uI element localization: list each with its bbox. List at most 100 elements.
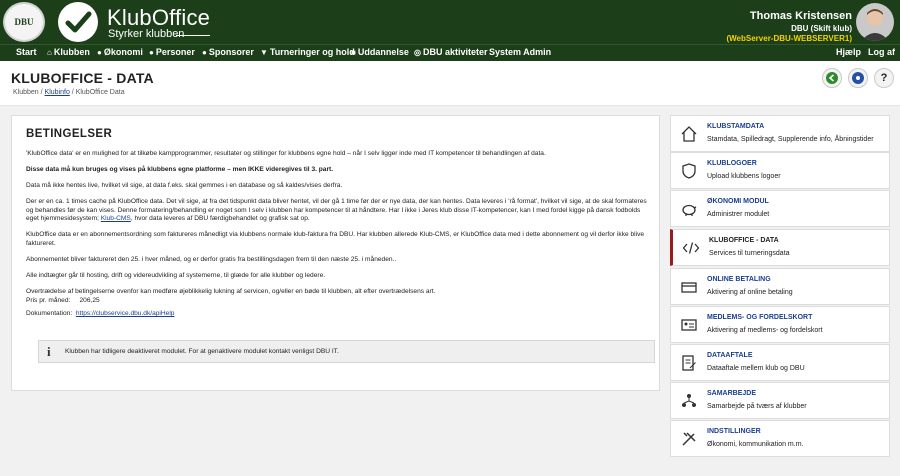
price-value: 206,25 [79,297,100,304]
house-icon [679,124,699,144]
notice-text: Klubben har tidligere deaktiveret module… [65,348,339,355]
person-icon: ● [202,47,207,57]
info-button[interactable] [848,68,868,88]
price-label: Pris pr. måned: [26,297,71,304]
sidebar-item-title: DATAAFTALE [707,352,753,359]
nav-sponsorer[interactable]: ● Sponsorer [202,47,254,57]
top-bar: DBU KlubOffice Styrker klubben Thomas Kr… [0,0,900,44]
nav-label: Turneringer og hold [269,47,355,57]
people-network-icon [679,391,699,411]
paragraph-revenue: Alle indtægter går til hosting, drift og… [26,272,326,279]
nav-system-admin[interactable]: System Admin [489,47,551,57]
paragraph-restriction: Disse data må kun bruges og vises på klu… [26,166,334,173]
sidebar-item-klubstamdata[interactable]: KLUBSTAMDATA Stamdata, Spilledragt, Supp… [670,115,890,152]
logout-link[interactable]: Log af [868,47,895,57]
sidebar-item-samarbejde[interactable]: SAMARBEJDE Samarbejde på tværs af klubbe… [670,382,890,419]
paragraph-cache: Der er en ca. 1 times cache på KlubOffic… [26,198,651,224]
server-label: (WebServer-DBU-WEBSERVER1) [726,34,852,43]
sidebar-item-kluboffice-data[interactable]: KLUBOFFICE - DATA Services til turnering… [670,229,890,266]
help-link[interactable]: Hjælp [836,47,861,57]
page-header: KLUBOFFICE - DATA Klubben / Klubinfo / K… [0,61,900,106]
dbu-logo[interactable]: DBU [3,2,45,42]
nav-label: Klubben [53,47,90,57]
paragraph-subscription: KlubOffice data er en abonnementsordning… [26,231,645,247]
sidebar-item-title: ONLINE BETALING [707,276,771,283]
nav-personer[interactable]: ● Personer [149,47,195,57]
paragraph-cache-end: , hvor data leveres af DBU færdigbehandl… [130,215,310,223]
kluboffice-logo-icon[interactable] [58,2,98,42]
documentation-row: Dokumentation: https://clubservice.dbu.d… [26,310,651,319]
main-nav: Start ⌂ Klubben ● Økonomi ● Personer ● Spons… [0,44,900,61]
sidebar-item-desc: Upload klubbens logoer [707,173,781,180]
piggy-bank-icon [679,199,699,219]
credit-card-icon [679,277,699,297]
sidebar-item-medlems-og-fordelskort[interactable]: MEDLEMS- OG FORDELSKORT Aktivering af me… [670,306,890,343]
sidebar-item-title: KLUBOFFICE - DATA [709,237,779,244]
breadcrumb-link-klubinfo[interactable]: Klubinfo [45,89,70,96]
avatar[interactable] [856,3,894,41]
sidebar-item-title: INDSTILLINGER [707,428,761,435]
sidebar-item-indstillinger[interactable]: INDSTILLINGER Økonomi, kommunikation m.m… [670,420,890,457]
help-button[interactable]: ? [874,68,894,88]
sidebar-item-title: ØKONOMI MODUL [707,198,769,205]
person-icon: ● [149,47,154,57]
arrow-left-icon [826,72,838,84]
sidebar-item-desc: Stamdata, Spilledragt, Supplerende info,… [707,136,874,143]
breadcrumb-root[interactable]: Klubben [13,89,39,96]
user-name: Thomas Kristensen [749,10,852,22]
sidebar-item-desc: Administrer modulet [707,211,770,218]
nav-label: DBU aktiviteter [422,47,488,57]
switch-club-link[interactable]: DBU (Skift klub) [726,24,852,33]
dbu-logo-text: DBU [14,17,34,27]
sidebar-item-title: SAMARBEJDE [707,390,757,397]
sidebar-item-desc: Services til turneringsdata [709,250,790,257]
documentation-label: Dokumentation: [26,310,73,317]
deactivated-notice: i Klubben har tidligere deaktiveret modu… [38,340,655,363]
code-icon [681,238,701,258]
breadcrumb: Klubben / Klubinfo / KlubOffice Data [13,89,125,96]
sidebar-item-desc: Økonomi, kommunikation m.m. [707,441,804,448]
question-mark-icon: ? [880,72,888,84]
nav-okonomi[interactable]: ● Økonomi [97,47,143,57]
nav-uddannelse[interactable]: ■ Uddannelse [351,47,409,57]
nav-dbu-aktiviteter[interactable]: ◎ DBU aktiviteter [414,47,488,57]
nav-label: Sponsorer [208,47,254,57]
document-pen-icon [679,353,699,373]
paragraph-live: Data må ikke hentes live, hvilket vil si… [26,182,343,189]
sidebar-item-desc: Aktivering af online betaling [707,289,793,296]
nav-label: Start [16,47,37,57]
klub-cms-link[interactable]: Klub-CMS [101,215,131,222]
nav-start[interactable]: Start [16,47,37,57]
logout-label: Log af [868,47,895,57]
nav-label: System Admin [489,47,552,57]
book-icon: ■ [351,47,356,57]
sidebar-item-desc: Aktivering af medlems- og fordelskort [707,327,823,334]
price-row: Pris pr. måned: 206,25 [26,297,651,306]
section-title: BETINGELSER [26,128,113,140]
nav-label: Økonomi [103,47,143,57]
sidebar-item-klublogoer[interactable]: KLUBLOGOER Upload klubbens logoer [670,152,890,189]
documentation-link[interactable]: https://clubservice.dbu.dk/apiHelp [76,310,175,317]
sidebar-item-okonomi-modul[interactable]: ØKONOMI MODUL Administrer modulet [670,190,890,227]
trophy-icon: ▼ [260,47,268,57]
sidebar-item-online-betaling[interactable]: ONLINE BETALING Aktivering af online bet… [670,268,890,305]
sidebar-item-title: KLUBLOGOER [707,160,757,167]
paragraph-violation: Overtrædelse af betingelserne ovenfor ka… [26,288,436,295]
conditions-card: BETINGELSER 'KlubOffice data' er en muli… [11,115,660,391]
sidebar-item-title: KLUBSTAMDATA [707,123,765,130]
info-icon: i [47,344,51,359]
breadcrumb-current: KlubOffice Data [75,89,125,96]
tools-icon [679,429,699,449]
paragraph-intro: 'KlubOffice data' er en mulighed for at … [26,150,546,157]
back-button[interactable] [822,68,842,88]
id-card-icon [679,315,699,335]
info-circle-icon [852,72,864,84]
sidebar-item-dataaftale[interactable]: DATAAFTALE Dataaftale mellem klub og DBU [670,344,890,381]
house-icon: ⌂ [47,47,52,57]
paragraph-billing: Abonnementet bliver faktureret den 25. i… [26,256,397,263]
nav-label: Uddannelse [357,47,409,57]
shield-icon [679,161,699,181]
nav-turneringer[interactable]: ▼ Turneringer og hold [260,47,355,57]
nav-klubben[interactable]: ⌂ Klubben [47,47,90,57]
coin-icon: ● [97,47,102,57]
